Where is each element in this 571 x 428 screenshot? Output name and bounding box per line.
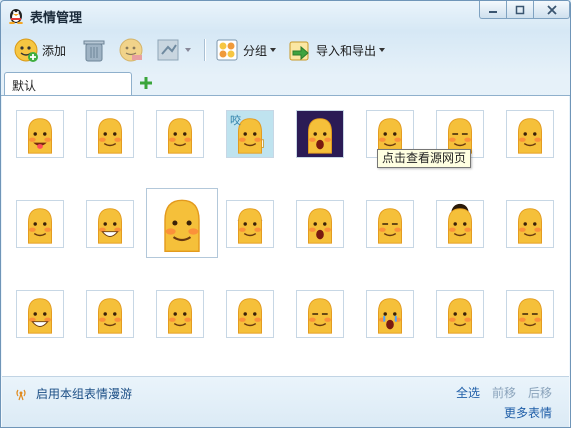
emoticon-sly-image — [448, 298, 472, 334]
roaming-signal-icon — [16, 389, 26, 400]
emoticon-sweat-image — [168, 298, 192, 334]
emoticon-laugh[interactable] — [16, 290, 64, 338]
emoticon-grid: 咬 — [2, 96, 569, 376]
group-icon — [216, 39, 238, 61]
emoticon-cool-image — [518, 208, 542, 244]
emoticon-stare-image — [164, 199, 200, 253]
minimize-button[interactable] — [479, 1, 507, 19]
tab-default-label: 默认 — [12, 79, 37, 93]
edit-emoticon-button[interactable] — [118, 35, 144, 65]
emoticon-caption: 咬 — [230, 114, 241, 127]
tooltip: 点击查看源网页 — [377, 149, 472, 168]
toolbar-separator — [204, 39, 206, 61]
emoticon-smile[interactable] — [86, 110, 134, 158]
emoticon-afro-image — [448, 203, 472, 244]
emoticon-sly[interactable] — [436, 290, 484, 338]
footer-bar: 启用本组表情漫游 全选 前移 后移 更多表情 — [2, 376, 569, 427]
emoticon-dance-image — [238, 298, 262, 334]
emoticon-hold[interactable]: 咬 — [226, 110, 274, 158]
roam-label: 启用本组表情漫游 — [36, 387, 133, 401]
maximize-icon — [515, 5, 525, 14]
emoticon-helmet[interactable] — [226, 200, 274, 248]
emoticon-smug-image — [308, 298, 332, 334]
emoticon-dance[interactable] — [226, 290, 274, 338]
emoticon-cool[interactable] — [506, 200, 554, 248]
import-export-icon — [289, 41, 309, 61]
emoticon-smirk-image — [168, 118, 192, 154]
qq-penguin-icon — [9, 9, 23, 24]
emoticon-tongue[interactable] — [16, 110, 64, 158]
title-bar: 表情管理 — [1, 1, 570, 29]
group-dropdown-arrow — [270, 48, 277, 52]
emoticon-grin-image — [98, 208, 122, 244]
emoticon-smirk[interactable] — [156, 110, 204, 158]
delete-button[interactable] — [81, 35, 107, 65]
import-export-dropdown-arrow — [379, 48, 386, 52]
add-label: 添加 — [42, 43, 67, 58]
roam-toggle[interactable]: 启用本组表情漫游 — [14, 385, 132, 402]
emoticon-helmet-image — [237, 208, 263, 244]
add-emoticon-icon — [14, 38, 38, 62]
move-back-link[interactable]: 后移 — [528, 384, 552, 401]
emoticon-edit-icon — [119, 38, 143, 62]
move-icon — [157, 39, 179, 61]
emoticon-doze[interactable] — [366, 200, 414, 248]
select-all-link[interactable]: 全选 — [456, 384, 480, 401]
emoticon-cry[interactable] — [366, 290, 414, 338]
emoticon-smug[interactable] — [296, 290, 344, 338]
emoticon-doze-image — [378, 208, 402, 244]
emoticon-afro[interactable] — [436, 200, 484, 248]
emoticon-shy[interactable] — [16, 200, 64, 248]
emoticon-shout-image — [308, 118, 332, 154]
emoticon-shy-image — [28, 208, 52, 244]
emoticon-manager-window: 表情管理 添加 分组 导入和导出 默认 咬 点击查看源网页 启用本组表情漫游 全… — [0, 0, 571, 428]
move-forward-link[interactable]: 前移 — [492, 384, 516, 401]
group-label: 分组 — [243, 43, 268, 58]
emoticon-cheeky-image — [98, 298, 122, 334]
emoticon-laugh-image — [28, 298, 52, 334]
emoticon-shock[interactable] — [296, 200, 344, 248]
window-title: 表情管理 — [30, 11, 83, 26]
trash-icon — [83, 40, 105, 62]
emoticon-tongue-image — [28, 118, 52, 154]
emoticon-cry-image — [378, 298, 402, 334]
group-tabs: 默认 — [1, 71, 570, 96]
toolbar: 添加 分组 导入和导出 — [1, 31, 570, 69]
emoticon-shock-image — [308, 208, 332, 244]
move-dropdown-arrow — [185, 48, 191, 52]
import-export-button[interactable]: 导入和导出 — [287, 35, 386, 65]
emoticon-wave[interactable] — [506, 110, 554, 158]
emoticon-calm[interactable] — [506, 290, 554, 338]
emoticon-smile-image — [98, 118, 122, 154]
close-button[interactable] — [533, 1, 570, 19]
emoticon-shout[interactable] — [296, 110, 344, 158]
emoticon-sweat[interactable] — [156, 290, 204, 338]
emoticon-stare[interactable] — [146, 188, 218, 258]
maximize-button[interactable] — [506, 1, 534, 19]
emoticon-cheeky[interactable] — [86, 290, 134, 338]
group-button[interactable]: 分组 — [214, 35, 277, 65]
emoticon-calm-image — [518, 298, 542, 334]
add-button[interactable]: 添加 — [13, 35, 66, 65]
move-group-button[interactable] — [156, 35, 191, 65]
close-icon — [546, 4, 557, 15]
emoticon-grin[interactable] — [86, 200, 134, 248]
import-export-label: 导入和导出 — [316, 43, 377, 58]
minimize-icon — [489, 10, 497, 13]
tab-default[interactable]: 默认 — [4, 72, 132, 95]
add-group-icon[interactable] — [138, 75, 154, 91]
more-emoticons-link[interactable]: 更多表情 — [504, 404, 552, 421]
emoticon-wave-image — [518, 118, 542, 154]
